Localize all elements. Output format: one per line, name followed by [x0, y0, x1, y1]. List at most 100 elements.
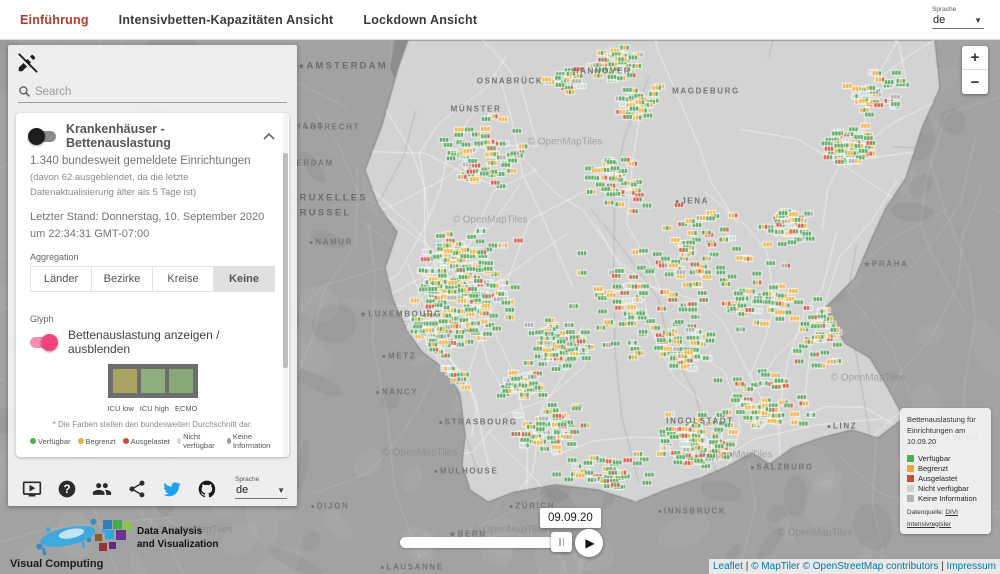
zoom-out-button[interactable]: −: [962, 70, 988, 94]
attribution-text: |: [938, 561, 947, 572]
search-field: [18, 85, 287, 103]
layer-card: Krankenhäuser - Bettenauslastung 1.340 b…: [16, 113, 289, 457]
play-icon: ▶: [585, 536, 595, 550]
app: ●PETERBOROUGH●CAMBRIDGE★AMSTERDAM●DEN HA…: [0, 0, 1000, 574]
aggregation-label: Aggregation: [30, 252, 79, 263]
sidebar-panel: Krankenhäuser - Bettenauslastung 1.340 b…: [8, 45, 297, 506]
dav-label-line1: Data Analysis: [137, 526, 203, 537]
nav-item-0[interactable]: Einführung: [20, 13, 89, 27]
aggregation-buttons: Länder Bezirke Kreise Keine: [30, 266, 275, 293]
source-label: Datenquelle:: [907, 508, 944, 516]
legend-title: Bettenauslastung für Einrichtungen am 10.0…: [907, 415, 976, 446]
layer-toggle[interactable]: [28, 127, 56, 145]
aggregation-kreise[interactable]: Kreise: [153, 266, 214, 293]
aggregation-keine[interactable]: Keine: [214, 266, 275, 293]
status-dot-icon: [122, 438, 129, 445]
attribution-text: |: [743, 561, 752, 572]
facility-count: 1.340 bundesweit gemeldete Einrichtungen: [30, 155, 251, 167]
svg-text:?: ?: [63, 483, 70, 496]
attribution-link[interactable]: Leaflet: [713, 561, 743, 572]
glyph-cell: [112, 369, 137, 394]
chevron-down-icon: ▼: [277, 485, 285, 495]
legend-item: Begrenzt: [907, 464, 984, 473]
layer-card-header: Krankenhäuser - Bettenauslastung: [28, 122, 275, 150]
top-navigation-bar: Einführung Intensivbetten-Kapazitäten Ans…: [0, 0, 1000, 40]
status-legend-item: Begrenzt: [77, 432, 116, 450]
attribution-link[interactable]: © MapTiler: [751, 561, 800, 572]
legend-register: Intensivregister: [907, 521, 984, 528]
status-legend-item: Verfügbar: [30, 432, 71, 450]
attribution-link[interactable]: © OpenStreetMap contributors: [803, 561, 939, 572]
divi-link[interactable]: DIVI: [945, 509, 958, 516]
status-dot-icon: [176, 438, 182, 445]
glyph-preview-wrap: ICU low ICU high ECMO: [30, 364, 275, 416]
time-slider-handle[interactable]: [551, 532, 572, 552]
hidden-facilities-note: (davon 62 ausgeblendet, da die letzte Da…: [30, 172, 197, 198]
map-attribution: Leaflet | © MapTiler © OpenStreetMap con…: [708, 559, 1000, 574]
glyph-label: Glyph: [30, 314, 54, 325]
legend-swatch-icon: [907, 464, 914, 472]
card-scrollbar[interactable]: [283, 113, 288, 457]
help-icon[interactable]: ?: [57, 479, 77, 499]
share-icon[interactable]: [127, 479, 147, 499]
aggregation-l-nder[interactable]: Länder: [30, 266, 92, 293]
panel-language-select[interactable]: Sprache de ▼: [235, 476, 287, 499]
twitter-icon[interactable]: [162, 479, 182, 499]
status-dot-icon: [30, 438, 36, 445]
last-update-text: Letzter Stand: Donnerstag, 10. September…: [30, 211, 265, 240]
legend-source: Datenquelle: DIVI: [907, 509, 984, 516]
chevron-down-icon: ▼: [974, 15, 982, 25]
play-button[interactable]: ▶: [575, 529, 603, 557]
glyph-preview: [107, 364, 198, 399]
glyph-cell: [140, 369, 165, 394]
intensivregister-link[interactable]: Intensivregister: [907, 521, 951, 528]
legend-swatch-icon: [907, 454, 914, 462]
map-zoom-control: + −: [962, 46, 988, 94]
dav-label-line2: and Visualization: [137, 538, 219, 550]
topbar-language-select[interactable]: Sprache de ▼: [932, 6, 984, 29]
date-tooltip: 09.09.20: [540, 508, 601, 528]
team-icon[interactable]: [92, 479, 112, 499]
panel-footer: ? Sprache de ▼: [22, 476, 287, 499]
glyph-cell-label: ECMO: [174, 404, 198, 414]
nav-item-1[interactable]: Intensivbetten-Kapazitäten Ansicht: [119, 13, 334, 27]
data-analysis-squares-icon: [95, 520, 131, 560]
legend-item: Keine Information: [907, 494, 984, 503]
status-legend: Verfügbar Begrenzt Ausgelastet Nicht verfüg…: [30, 432, 275, 450]
language-label: Sprache: [932, 6, 957, 13]
edit-off-icon[interactable]: [16, 52, 38, 74]
status-legend-item: Nicht verfügbar: [176, 432, 220, 450]
attribution-link[interactable]: Impressum: [947, 561, 996, 572]
glyph-cell-label: ICU low: [107, 404, 134, 414]
search-input[interactable]: [35, 85, 287, 98]
language-label: Sprache: [235, 476, 260, 483]
glyph-cell: [168, 369, 193, 394]
colors-note: * Die Farben stellen den bundesweiten Du…: [52, 420, 253, 430]
data-analysis-logo: Data Analysis and Visualization: [95, 520, 219, 560]
glyph-cell-label: ICU high: [139, 404, 169, 414]
glyph-toggle[interactable]: [30, 333, 58, 351]
glyph-toggle-row: Bettenauslastung anzeigen / ausblenden: [30, 328, 275, 356]
github-icon[interactable]: [197, 479, 217, 499]
chevron-up-icon[interactable]: [263, 132, 275, 140]
legend-swatch-icon: [907, 474, 914, 482]
search-icon: [19, 86, 30, 97]
nav-item-2[interactable]: Lockdown Ansicht: [363, 13, 477, 27]
status-legend-item: Keine Information: [226, 432, 276, 450]
legend-swatch-icon: [907, 484, 914, 492]
legend-items: Verfügbar Begrenzt Ausgelastet Nicht verfüg…: [907, 454, 984, 503]
glyph-toggle-label: Bettenauslastung anzeigen / ausblenden: [68, 328, 220, 357]
status-dot-icon: [77, 438, 84, 445]
time-slider-track[interactable]: [400, 537, 572, 548]
status-dot-icon: [226, 438, 231, 445]
glyph-cell-labels: ICU low ICU high ECMO: [108, 404, 198, 413]
aggregation-bezirke[interactable]: Bezirke: [92, 266, 153, 293]
legend-swatch-icon: [907, 494, 914, 502]
legend-item: Nicht verfügbar: [907, 484, 984, 493]
layer-title: Krankenhäuser - Bettenauslastung: [66, 122, 171, 150]
language-value: de: [933, 14, 946, 26]
legend-item: Ausgelastet: [907, 474, 984, 483]
zoom-in-button[interactable]: +: [962, 46, 988, 70]
video-tutorial-icon[interactable]: [22, 479, 42, 499]
topnav-items: Einführung Intensivbetten-Kapazitäten Ans…: [0, 13, 477, 27]
